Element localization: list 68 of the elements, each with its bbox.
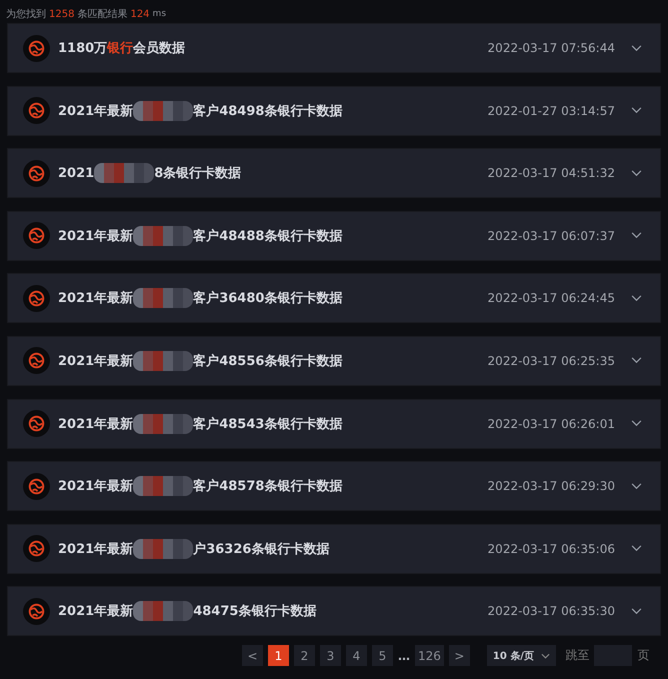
- previous-page-button[interactable]: <: [242, 645, 263, 666]
- result-card[interactable]: 2021年最新 客户48556条银行卡数据 2022-03-17 06:25:35: [8, 336, 660, 385]
- result-card[interactable]: 2021年最新 客户48543条银行卡数据 2022-03-17 06:26:01: [8, 400, 660, 448]
- globe-logo-icon: [23, 535, 50, 562]
- result-count: 124: [130, 8, 150, 20]
- result-card[interactable]: 2021年最新 客户48578条银行卡数据 2022-03-17 06:29:30: [8, 462, 660, 510]
- globe-logo-icon: [23, 347, 50, 374]
- timestamp: 2022-03-17 07:56:44: [488, 41, 615, 55]
- timestamp: 2022-01-27 03:14:57: [488, 104, 615, 118]
- chevron-icon[interactable]: [631, 232, 642, 240]
- result-card[interactable]: 2021年最新 客户48488条银行卡数据 2022-03-17 06:07:37: [8, 212, 660, 260]
- globe-logo-icon: [23, 598, 50, 625]
- chevron-icon[interactable]: [631, 294, 642, 302]
- chevron-icon[interactable]: [631, 545, 642, 552]
- timestamp: 2022-03-17 06:24:45: [488, 291, 615, 306]
- result-card[interactable]: 2021年最新 客户36480条银行卡数据 2022-03-17 06:24:45: [8, 274, 660, 322]
- caret-icon: [541, 653, 550, 660]
- chevron-icon[interactable]: [631, 44, 642, 52]
- timestamp: 2022-03-17 06:35:06: [488, 542, 615, 556]
- timestamp: 2022-03-17 04:51:32: [488, 166, 615, 180]
- result-card[interactable]: 2021年最新 户36326条银行卡数据 2022-03-17 06:35:06: [8, 524, 660, 573]
- page-button[interactable]: 4: [346, 645, 367, 666]
- result-title: 1180万银行会员数据: [58, 40, 186, 57]
- page-button[interactable]: 1: [268, 645, 289, 666]
- page-button[interactable]: 3: [320, 645, 341, 666]
- result-title: 2021年最新 客户48556条银行卡数据: [58, 350, 488, 371]
- globe-logo-icon: [23, 472, 50, 500]
- chevron-icon[interactable]: [631, 608, 642, 615]
- result-title: 2021年最新 48475条银行卡数据: [58, 601, 488, 622]
- timestamp: 2022-03-17 06:07:37: [488, 228, 615, 243]
- page-suffix: 页: [637, 647, 650, 664]
- result-title: 2021 8条银行卡数据: [58, 163, 488, 184]
- summary-text: 为您找到: [6, 8, 46, 21]
- result-title: 2021年最新 客户48578条银行卡数据: [58, 476, 488, 496]
- result-title: 2021年最新 客户48488条银行卡数据: [58, 226, 488, 246]
- result-title: 2021年最新 客户48498条银行卡数据: [58, 100, 488, 121]
- jump-label: 跳至: [565, 647, 590, 664]
- page-button[interactable]: 5: [372, 645, 393, 666]
- chevron-icon[interactable]: [631, 420, 642, 428]
- result-title: 2021年最新 客户36480条银行卡数据: [58, 288, 488, 308]
- chevron-icon[interactable]: [631, 107, 642, 114]
- globe-logo-icon: [23, 222, 50, 250]
- page-button[interactable]: 126: [415, 645, 444, 666]
- globe-logo-icon: [23, 160, 50, 187]
- globe-logo-icon: [23, 34, 50, 62]
- timestamp: 2022-03-17 06:29:30: [488, 479, 615, 494]
- result-title: 2021年最新 户36326条银行卡数据: [58, 538, 488, 559]
- globe-logo-icon: [23, 410, 50, 438]
- result-title: 2021年最新 客户48543条银行卡数据: [58, 414, 488, 434]
- timestamp: 2022-03-17 06:25:35: [488, 354, 615, 368]
- next-page-button[interactable]: >: [448, 645, 470, 666]
- result-count: 1258: [49, 8, 74, 20]
- result-card[interactable]: 2021年最新 48475条银行卡数据 2022-03-17 06:35:30: [8, 587, 660, 636]
- summary-text: 条匹配结果: [77, 8, 128, 21]
- timestamp: 2022-03-17 06:26:01: [488, 416, 615, 431]
- page-size-dropdown[interactable]: 10 条/页: [486, 645, 556, 666]
- result-card[interactable]: 1180万银行会员数据 2022-03-17 07:56:44: [8, 24, 660, 72]
- summary-text: ms: [152, 9, 166, 19]
- chevron-icon[interactable]: [631, 170, 642, 177]
- globe-logo-icon: [23, 284, 50, 312]
- result-card[interactable]: 2021 8条银行卡数据 2022-03-17 04:51:32: [8, 149, 660, 198]
- page-button[interactable]: 2: [294, 645, 315, 666]
- result-card[interactable]: 2021年最新 客户48498条银行卡数据 2022-01-27 03:14:57: [8, 86, 660, 135]
- timestamp: 2022-03-17 06:35:30: [488, 604, 615, 618]
- chevron-icon[interactable]: [631, 482, 642, 490]
- globe-logo-icon: [23, 97, 50, 124]
- page-ellipsis: …: [398, 648, 410, 663]
- chevron-icon[interactable]: [631, 357, 642, 364]
